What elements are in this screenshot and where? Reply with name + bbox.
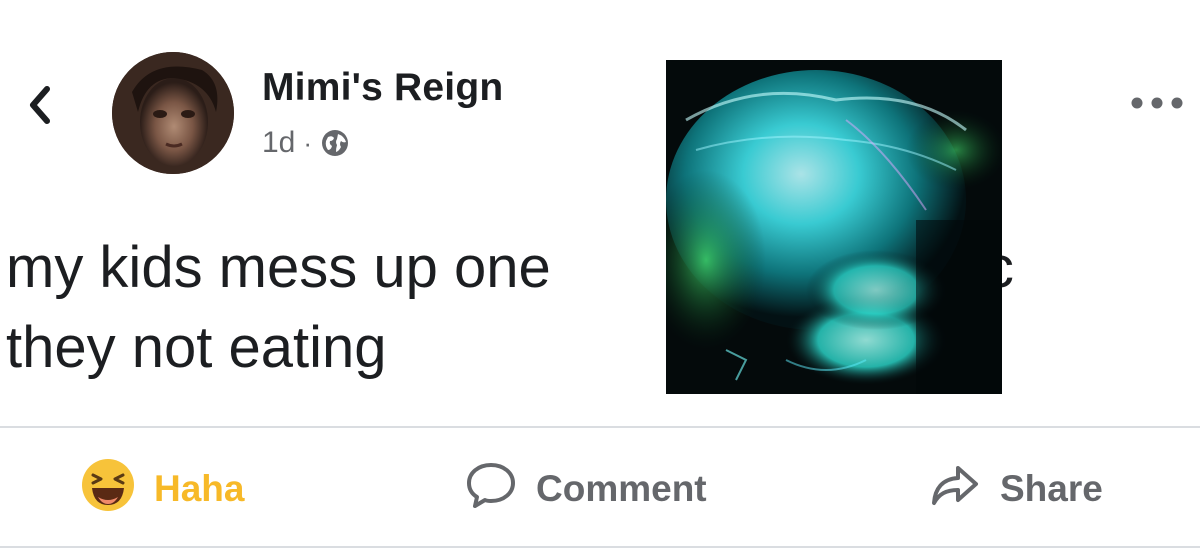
action-bar-top-divider: [0, 426, 1200, 428]
post-text-segment: my kids mess up one: [6, 235, 551, 300]
avatar-image: [112, 52, 234, 174]
timestamp[interactable]: 1d: [262, 126, 295, 160]
comment-icon: [464, 458, 518, 521]
back-button[interactable]: [22, 80, 58, 130]
avatar[interactable]: [112, 52, 234, 174]
haha-reaction-button[interactable]: Haha: [80, 456, 244, 522]
haha-label: Haha: [154, 468, 245, 509]
share-icon: [928, 458, 982, 521]
post-meta: 1d ·: [262, 126, 350, 160]
comment-label: Comment: [536, 468, 707, 509]
meta-separator: ·: [303, 127, 313, 158]
share-button[interactable]: Share: [928, 456, 1103, 522]
more-options-button[interactable]: [1128, 88, 1186, 118]
share-label: Share: [1000, 468, 1103, 509]
author-name[interactable]: Mimi's Reign: [262, 66, 503, 110]
action-bar-bottom-divider: [0, 546, 1200, 548]
more-options-icon: [1131, 97, 1183, 109]
comment-button[interactable]: Comment: [464, 456, 707, 522]
chevron-left-icon: [30, 86, 50, 124]
haha-emoji-icon: [80, 457, 136, 522]
album-cover-image: [666, 60, 1002, 394]
globe-icon: [320, 128, 350, 158]
facebook-post: Mimi's Reign 1d · my kids mess up onelyr…: [0, 0, 1200, 557]
